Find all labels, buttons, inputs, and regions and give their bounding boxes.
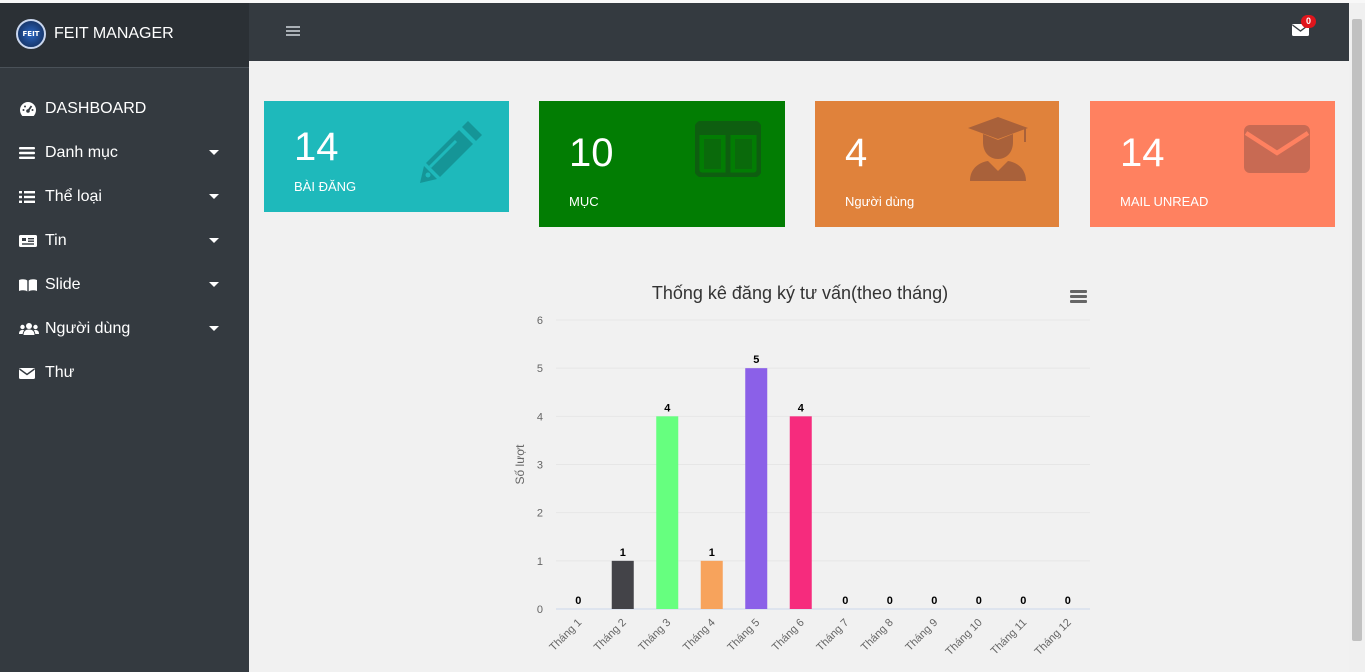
sidebar-item-label: Người dùng <box>45 320 131 337</box>
data-label: 1 <box>709 547 715 559</box>
x-tick-label: Tháng 10 <box>944 617 985 658</box>
sidebar-menu: DASHBOARD Danh mục Thể loại Tin Slide Ng… <box>0 87 249 395</box>
sidebar-item-dashboard[interactable]: DASHBOARD <box>0 87 249 131</box>
card-value: 14 <box>294 125 339 169</box>
card-mail-unread[interactable]: 14 MAIL UNREAD <box>1090 101 1335 227</box>
data-label: 0 <box>887 595 893 607</box>
sidebar-item-label: Tin <box>45 232 67 249</box>
envelope-icon <box>1244 125 1310 173</box>
card-value: 4 <box>845 131 868 175</box>
data-label: 0 <box>1065 595 1071 607</box>
logo-text: FEIT <box>22 30 40 38</box>
y-tick-label: 5 <box>537 363 543 375</box>
page-scrollbar[interactable] <box>1349 3 1365 672</box>
y-tick-label: 6 <box>537 315 543 327</box>
sidebar-item-tin[interactable]: Tin <box>0 219 249 263</box>
envelope-icon <box>19 367 39 380</box>
mail-count-badge: 0 <box>1301 15 1316 28</box>
data-label: 1 <box>620 547 626 559</box>
y-tick-label: 0 <box>537 604 543 616</box>
data-label: 0 <box>931 595 937 607</box>
sidebar-item-slide[interactable]: Slide <box>0 263 249 307</box>
bar <box>611 560 634 609</box>
sidebar-item-danh-muc[interactable]: Danh mục <box>0 131 249 175</box>
sidebar: FEIT FEIT MANAGER DASHBOARD Danh mục Thể… <box>0 3 249 672</box>
book-icon <box>19 278 39 292</box>
scrollbar-thumb[interactable] <box>1352 19 1362 641</box>
data-label: 0 <box>1020 595 1026 607</box>
card-muc[interactable]: 10 MỤC <box>539 101 785 227</box>
graduate-user-icon <box>968 117 1028 181</box>
bar <box>789 416 812 609</box>
bar <box>745 368 768 609</box>
chevron-down-icon <box>209 150 219 155</box>
sidebar-item-label: DASHBOARD <box>45 100 147 117</box>
list-icon <box>19 190 39 204</box>
x-tick-label: Tháng 12 <box>1033 617 1074 658</box>
card-bai-dang[interactable]: 14 BÀI ĐĂNG <box>264 101 509 212</box>
x-tick-label: Tháng 9 <box>903 617 940 654</box>
sidebar-item-label: Thể loại <box>45 188 102 205</box>
y-tick-label: 4 <box>537 411 543 423</box>
data-label: 5 <box>753 354 759 366</box>
x-tick-label: Tháng 8 <box>859 617 896 654</box>
data-label: 0 <box>575 595 581 607</box>
chevron-down-icon <box>209 326 219 331</box>
menu-toggle-icon[interactable] <box>286 26 300 37</box>
tachometer-icon <box>19 101 39 117</box>
x-tick-label: Tháng 1 <box>547 617 584 654</box>
columns-icon <box>695 121 761 177</box>
x-tick-label: Tháng 7 <box>814 617 851 654</box>
chevron-down-icon <box>209 238 219 243</box>
card-label: MAIL UNREAD <box>1120 194 1209 209</box>
sidebar-item-label: Thư <box>45 364 75 381</box>
sidebar-item-nguoi-dung[interactable]: Người dùng <box>0 307 249 351</box>
chart-context-menu-icon[interactable] <box>1070 290 1087 303</box>
top-navbar: 0 <box>249 3 1349 61</box>
card-label: BÀI ĐĂNG <box>294 179 357 194</box>
card-value: 10 <box>569 131 614 175</box>
bars-icon <box>19 146 39 160</box>
brand-title: FEIT MANAGER <box>54 25 174 42</box>
brand[interactable]: FEIT FEIT MANAGER <box>0 3 249 68</box>
card-nguoi-dung[interactable]: 4 Người dùng <box>815 101 1059 227</box>
sidebar-item-label: Slide <box>45 276 81 293</box>
x-tick-label: Tháng 2 <box>592 617 629 654</box>
data-label: 4 <box>798 402 805 414</box>
chart-title: Thống kê đăng ký tư vấn(theo tháng) <box>651 283 949 303</box>
data-label: 0 <box>976 595 982 607</box>
card-value: 14 <box>1120 131 1165 175</box>
users-icon <box>19 322 39 336</box>
x-tick-label: Tháng 4 <box>681 617 718 654</box>
chevron-down-icon <box>209 282 219 287</box>
x-tick-label: Tháng 5 <box>725 617 762 654</box>
card-label: Người dùng <box>845 194 915 209</box>
y-axis-title: Số lượt <box>513 444 527 485</box>
y-tick-label: 3 <box>537 460 543 472</box>
newspaper-icon <box>19 234 39 248</box>
x-tick-label: Tháng 11 <box>989 617 1030 658</box>
x-tick-label: Tháng 6 <box>770 617 807 654</box>
data-label: 0 <box>842 595 848 607</box>
data-label: 4 <box>664 402 671 414</box>
chevron-down-icon <box>209 194 219 199</box>
x-tick-label: Tháng 3 <box>636 617 673 654</box>
pencil-icon <box>420 121 482 183</box>
bar <box>656 416 679 609</box>
sidebar-item-label: Danh mục <box>45 144 118 161</box>
y-tick-label: 1 <box>537 556 543 568</box>
y-tick-label: 2 <box>537 508 543 520</box>
bar <box>700 560 723 609</box>
feit-logo: FEIT <box>16 19 46 49</box>
card-label: MỤC <box>569 194 599 209</box>
sidebar-item-thu[interactable]: Thư <box>0 351 249 395</box>
sidebar-item-the-loai[interactable]: Thể loại <box>0 175 249 219</box>
